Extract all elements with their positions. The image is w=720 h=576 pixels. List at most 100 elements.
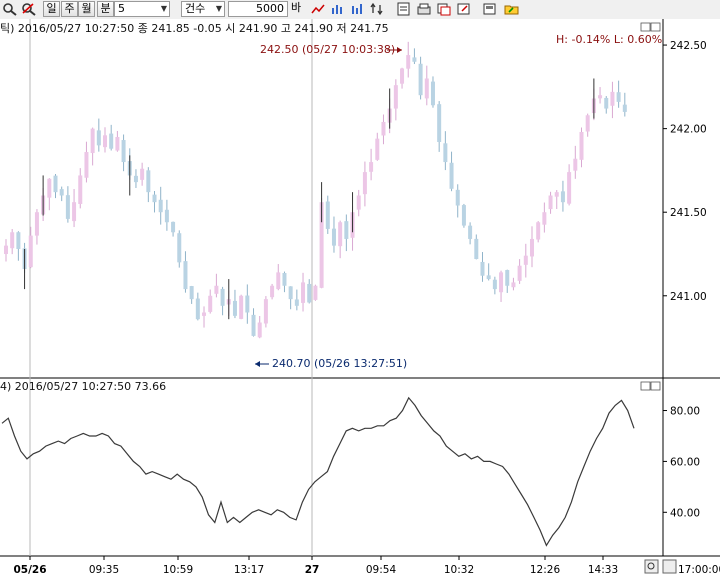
- indicator-tick-label: 40.00: [670, 507, 700, 519]
- candle-body: [257, 322, 262, 338]
- magnifier-icon[interactable]: [2, 2, 18, 16]
- candle-body: [325, 201, 330, 229]
- bar-chart-4-icon[interactable]: [396, 2, 412, 16]
- candle-body: [34, 212, 39, 236]
- candle-body: [220, 288, 225, 306]
- candle-body: [270, 285, 275, 298]
- candle-body: [604, 97, 609, 109]
- candle-body: [610, 91, 615, 106]
- price-header: 틱) 2016/05/27 10:27:50 종 241.85 -0.05 시 …: [0, 22, 389, 35]
- resize-icon: [662, 559, 677, 574]
- candle-body: [486, 275, 491, 280]
- candle-body: [542, 212, 547, 225]
- candle-body: [381, 121, 386, 136]
- maximize-panel-icon: [640, 381, 651, 391]
- candle-body: [90, 128, 95, 154]
- candle-body: [511, 282, 516, 288]
- candle-body: [294, 299, 299, 306]
- candle-body: [16, 232, 21, 249]
- x-tick-label: 09:54: [366, 564, 397, 576]
- page-icon[interactable]: [436, 2, 452, 16]
- candle-body: [78, 175, 83, 204]
- indicator-header: 4) 2016/05/27 10:27:50 73.66: [0, 380, 166, 393]
- x-tick-label: 09:35: [89, 564, 119, 576]
- candle-body: [109, 133, 114, 149]
- export-icon[interactable]: [504, 2, 520, 16]
- bar-chart-icon[interactable]: [330, 2, 346, 16]
- candle-body: [53, 175, 58, 193]
- candle-body: [4, 245, 8, 254]
- candle-body: [554, 192, 559, 197]
- day-button[interactable]: 일: [43, 1, 60, 17]
- candle-body: [517, 265, 522, 281]
- candle-body: [412, 57, 417, 62]
- count-input[interactable]: 5000: [228, 1, 288, 17]
- candle-body: [393, 85, 398, 109]
- candle-body: [492, 279, 497, 290]
- indicator-tick-label: 80.00: [670, 406, 700, 418]
- close-panel-icon: [650, 22, 661, 32]
- candle-body: [245, 295, 250, 313]
- candle-body: [585, 115, 590, 132]
- candle-body: [121, 140, 126, 163]
- candle-body: [579, 131, 584, 160]
- candle-body: [232, 300, 237, 316]
- candle-body: [567, 172, 572, 204]
- candle-body: [164, 209, 169, 223]
- x-tick-label: 10:59: [163, 564, 193, 576]
- candle-body: [536, 222, 541, 240]
- candle-body: [430, 81, 435, 106]
- chart-area: 242.50 242.00 241.50 241.00 틱) 2016/05/27 10…: [0, 19, 720, 576]
- candle-body: [103, 135, 108, 148]
- minute-button[interactable]: 분: [97, 1, 114, 17]
- bar-chart-3-icon[interactable]: [370, 2, 386, 16]
- candle-body: [480, 261, 485, 276]
- copy-icon[interactable]: [482, 2, 498, 16]
- candle-body: [474, 238, 479, 260]
- unzoom-icon[interactable]: [21, 2, 37, 16]
- candle-body: [276, 272, 281, 290]
- x-tick-label: 14:33: [588, 564, 618, 576]
- candle-body: [65, 195, 70, 219]
- sort-icon[interactable]: [416, 2, 432, 16]
- high-low-percent: H: -0.14% L: 0.60%: [556, 33, 662, 46]
- interval-select[interactable]: 5 ▼: [114, 1, 170, 17]
- bar-chart-2-icon[interactable]: [350, 2, 366, 16]
- maximize-panel-icon: [640, 22, 651, 32]
- candle-body: [214, 285, 219, 294]
- candle-body: [84, 152, 89, 178]
- x-tick-label: 05/26: [13, 564, 46, 576]
- candle-body: [202, 312, 207, 316]
- candle-body: [28, 235, 33, 268]
- count-type-select[interactable]: 건수 ▼: [181, 1, 225, 17]
- candle-body: [461, 205, 466, 226]
- candle-body: [263, 299, 268, 324]
- close-panel-icon: [650, 381, 661, 391]
- candle-body: [146, 170, 151, 193]
- candle-body: [189, 286, 194, 300]
- x-tick-label: 13:17: [234, 564, 264, 576]
- candle-body: [369, 162, 374, 172]
- candle-body: [183, 261, 188, 290]
- line-draw-icon[interactable]: [310, 2, 326, 16]
- candle-body: [424, 78, 429, 99]
- week-button[interactable]: 주: [61, 1, 78, 17]
- candle-body: [338, 222, 343, 247]
- candle-body: [455, 189, 460, 206]
- candle-body: [251, 314, 256, 336]
- candle-body: [301, 282, 306, 303]
- candle-body: [406, 55, 411, 69]
- candle-body: [47, 178, 52, 198]
- candle-body: [307, 283, 312, 303]
- print-icon[interactable]: [456, 2, 472, 16]
- candle-body: [140, 168, 145, 180]
- candle-body: [96, 130, 101, 146]
- candle-body: [59, 189, 64, 196]
- candle-body: [548, 195, 553, 210]
- candle-body: [331, 228, 336, 246]
- chevron-down-icon: ▼: [215, 4, 222, 13]
- month-button[interactable]: 월: [78, 1, 95, 17]
- x-tick-label: 27: [305, 564, 320, 576]
- candle-body: [115, 136, 120, 151]
- candle-body: [573, 158, 578, 171]
